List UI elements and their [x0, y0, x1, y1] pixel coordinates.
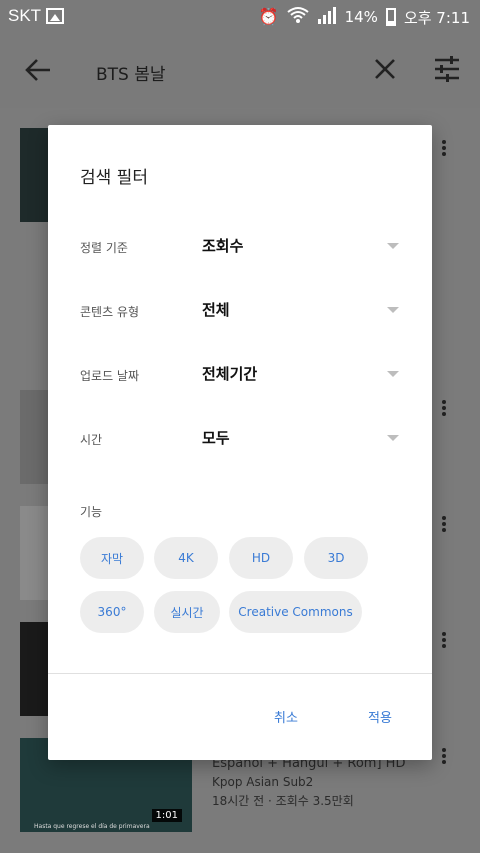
chip-live[interactable]: 실시간 [154, 591, 220, 633]
filter-value[interactable]: 모두 [202, 427, 230, 448]
search-query[interactable]: BTS 봄날 [96, 60, 166, 85]
filter-label: 정렬 기준 [80, 241, 128, 255]
sort-by-dropdown[interactable]: 정렬 기준 조회수 [48, 231, 432, 261]
filter-value[interactable]: 조회수 [202, 235, 243, 256]
dialog-title: 검색 필터 [80, 168, 148, 188]
battery-icon [385, 8, 396, 26]
chip-360[interactable]: 360° [80, 591, 144, 633]
dropdown-arrow-icon[interactable] [387, 371, 399, 377]
video-duration: 1:01 [151, 809, 182, 822]
result-thumbnail[interactable] [20, 128, 48, 222]
app-bar: BTS 봄날 [0, 32, 480, 108]
duration-dropdown[interactable]: 시간 모두 [48, 423, 432, 453]
more-options-icon[interactable] [440, 746, 448, 766]
result-thumbnail[interactable] [20, 390, 48, 484]
status-bar: SKT ⏰ 14% 오후 7:11 [0, 0, 480, 32]
chip-4k[interactable]: 4K [154, 537, 218, 579]
filter-label: 시간 [80, 433, 103, 447]
close-icon[interactable] [372, 56, 398, 82]
more-options-icon[interactable] [440, 138, 448, 158]
result-text[interactable]: Español + Hangul + Rom] HD Kpop Asian Su… [212, 754, 405, 811]
more-options-icon[interactable] [440, 514, 448, 534]
wifi-icon [286, 6, 309, 28]
chip-creative-commons[interactable]: Creative Commons [229, 591, 362, 633]
signal-icon [317, 6, 337, 28]
search-filter-dialog: 검색 필터 정렬 기준 조회수 콘텐츠 유형 전체 업로드 날짜 전체기간 시간… [48, 125, 432, 760]
cancel-button[interactable]: 취소 [274, 707, 298, 726]
content-type-dropdown[interactable]: 콘텐츠 유형 전체 [48, 295, 432, 325]
dialog-divider [48, 673, 432, 674]
battery-percent: 14% [344, 8, 378, 26]
status-icons: ⏰ 14% 오후 7:11 [259, 6, 470, 28]
result-channel: Kpop Asian Sub2 [212, 775, 314, 789]
dropdown-arrow-icon[interactable] [387, 435, 399, 441]
carrier-label: SKT [8, 6, 42, 25]
filter-label: 업로드 날짜 [80, 369, 140, 383]
filter-label: 콘텐츠 유형 [80, 305, 140, 319]
result-thumbnail[interactable] [20, 622, 48, 716]
result-thumbnail[interactable] [20, 506, 48, 600]
filter-tune-icon[interactable] [432, 54, 462, 84]
filter-value[interactable]: 전체 [202, 299, 230, 320]
features-label: 기능 [80, 505, 103, 519]
upload-date-dropdown[interactable]: 업로드 날짜 전체기간 [48, 359, 432, 389]
chip-hd[interactable]: HD [229, 537, 293, 579]
gallery-icon [46, 8, 64, 24]
back-arrow-icon[interactable] [24, 56, 52, 84]
dropdown-arrow-icon[interactable] [387, 307, 399, 313]
dropdown-arrow-icon[interactable] [387, 243, 399, 249]
result-meta: 18시간 전 · 조회수 3.5만회 [212, 794, 354, 808]
chip-subtitles[interactable]: 자막 [80, 537, 144, 579]
clock: 오후 7:11 [403, 8, 470, 27]
thumbnail-caption: Hasta que regrese el día de primavera [34, 823, 150, 830]
more-options-icon[interactable] [440, 630, 448, 650]
alarm-icon: ⏰ [258, 7, 279, 26]
more-options-icon[interactable] [440, 398, 448, 418]
apply-button[interactable]: 적용 [368, 707, 392, 726]
chip-3d[interactable]: 3D [304, 537, 368, 579]
filter-value[interactable]: 전체기간 [202, 363, 257, 384]
